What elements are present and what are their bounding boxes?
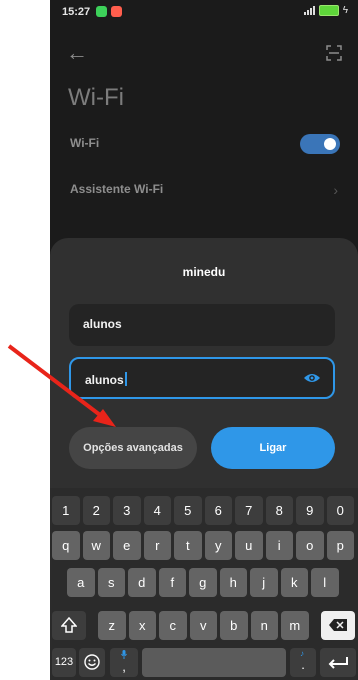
key-e[interactable]: e [113, 531, 141, 560]
status-bar: 15:27 ϟ [50, 0, 358, 24]
key-n[interactable]: n [250, 611, 278, 640]
shift-icon [60, 616, 78, 633]
identity-value: alunos [83, 317, 122, 331]
period-label: . [301, 657, 305, 672]
key-8[interactable]: 8 [265, 496, 293, 525]
connect-button[interactable]: Ligar [211, 427, 335, 469]
dialog-title: minedu [182, 265, 226, 279]
key-y[interactable]: y [204, 531, 232, 560]
key-x[interactable]: x [128, 611, 156, 640]
key-h[interactable]: h [219, 568, 247, 597]
signal-icon [303, 6, 315, 15]
key-5[interactable]: 5 [174, 496, 202, 525]
page-title: Wi-Fi [68, 84, 124, 111]
wifi-setting-row[interactable]: Wi-Fi [50, 124, 358, 164]
key-v[interactable]: v [189, 611, 217, 640]
scan-icon[interactable] [326, 45, 342, 61]
key-s[interactable]: s [97, 568, 125, 597]
password-field[interactable]: alunos [69, 357, 335, 399]
key-z[interactable]: z [98, 611, 126, 640]
phone-screen: 15:27 ϟ ← Wi-Fi Wi-Fi Assistente Wi-Fi ›… [50, 0, 358, 680]
toggle-knob [324, 138, 336, 150]
key-f[interactable]: f [158, 568, 186, 597]
key-j[interactable]: j [250, 568, 278, 597]
key-7[interactable]: 7 [235, 496, 263, 525]
letter-row-1: qwertyuiop [50, 531, 358, 560]
key-3[interactable]: 3 [113, 496, 141, 525]
charging-icon: ϟ [342, 4, 348, 16]
key-l[interactable]: l [311, 568, 339, 597]
emoji-icon [84, 654, 100, 670]
keyboard: 1234567890 qwertyuiop asdfghjkl zxcvbnm … [50, 488, 358, 680]
space-bar[interactable] [142, 648, 286, 677]
key-t[interactable]: t [174, 531, 202, 560]
key-b[interactable]: b [220, 611, 248, 640]
key-g[interactable]: g [189, 568, 217, 597]
key-m[interactable]: m [281, 611, 309, 640]
wifi-assistant-row[interactable]: Assistente Wi-Fi › [50, 170, 358, 210]
top-bar: ← [50, 40, 358, 70]
key-0[interactable]: 0 [326, 496, 354, 525]
wechat-notification-icon [96, 6, 107, 17]
show-password-eye-icon[interactable] [303, 371, 321, 385]
backspace-key[interactable] [321, 611, 355, 640]
password-value: alunos [85, 373, 124, 387]
wifi-label: Wi-Fi [70, 136, 100, 150]
period-key[interactable]: ♪ . [290, 648, 316, 677]
enter-key[interactable] [320, 648, 356, 677]
key-w[interactable]: w [82, 531, 110, 560]
enter-icon [328, 657, 348, 669]
key-4[interactable]: 4 [143, 496, 171, 525]
password-text: alunos [85, 372, 127, 387]
letter-row-2: asdfghjkl [50, 568, 358, 597]
status-time: 15:27 [62, 6, 91, 18]
wifi-assistant-label: Assistente Wi-Fi [70, 182, 164, 196]
number-row: 1234567890 [50, 496, 358, 525]
comma-key[interactable]: , [110, 648, 138, 677]
key-a[interactable]: a [67, 568, 95, 597]
shift-key[interactable] [52, 611, 86, 640]
key-1[interactable]: 1 [52, 496, 80, 525]
wifi-toggle[interactable] [300, 134, 340, 154]
key-u[interactable]: u [235, 531, 263, 560]
key-q[interactable]: q [52, 531, 80, 560]
symbols-key[interactable]: 123 [52, 648, 76, 677]
key-o[interactable]: o [296, 531, 324, 560]
key-c[interactable]: c [159, 611, 187, 640]
battery-icon [318, 5, 339, 16]
back-arrow-icon[interactable]: ← [66, 42, 88, 64]
advanced-options-button[interactable]: Opções avançadas [69, 427, 197, 469]
key-9[interactable]: 9 [296, 496, 324, 525]
comma-label: , [122, 659, 126, 674]
key-r[interactable]: r [143, 531, 171, 560]
key-d[interactable]: d [128, 568, 156, 597]
text-cursor [124, 372, 127, 386]
key-p[interactable]: p [326, 531, 354, 560]
identity-field[interactable]: alunos [69, 304, 335, 346]
backspace-icon [329, 619, 347, 631]
emoji-key[interactable] [79, 648, 105, 677]
key-k[interactable]: k [280, 568, 308, 597]
status-icons: ϟ [303, 4, 348, 16]
chevron-right-icon: › [333, 182, 338, 198]
wifi-connect-dialog: minedu alunos alunos Opções avançadas Li… [50, 238, 358, 488]
key-6[interactable]: 6 [204, 496, 232, 525]
bottom-row: 123 , ♪ . [50, 648, 358, 677]
key-i[interactable]: i [265, 531, 293, 560]
app-notification-icon [111, 6, 122, 17]
key-2[interactable]: 2 [82, 496, 110, 525]
letter-row-3: zxcvbnm [50, 611, 358, 640]
